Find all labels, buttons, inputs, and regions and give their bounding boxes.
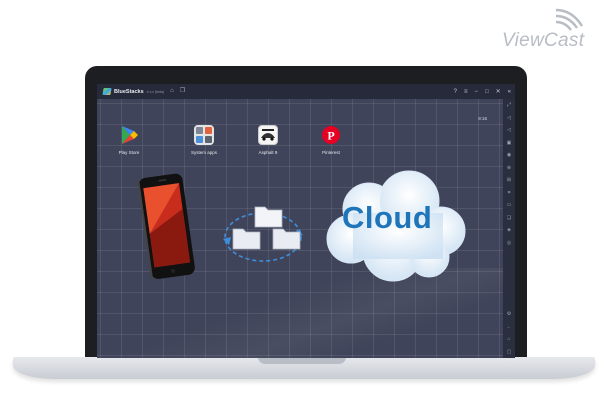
- volume-down-icon[interactable]: ◁: [507, 124, 511, 137]
- laptop-screen: BlueStacks 4.x.x (beta) ⌂ ❐ ? ≡ − □ ✕ « …: [97, 84, 515, 358]
- folder-icon: [254, 206, 283, 228]
- app-label: Asphalt 9: [258, 150, 278, 155]
- screen-icon[interactable]: ▣: [507, 137, 512, 150]
- screenshot-icon[interactable]: ⌗: [508, 187, 511, 200]
- system-apps-icon: [194, 125, 214, 145]
- viewcast-watermark: ViewCast: [502, 6, 594, 52]
- maximize-button[interactable]: □: [485, 89, 489, 95]
- app-version: 4.x.x (beta): [146, 89, 165, 94]
- close-button[interactable]: ✕: [496, 88, 501, 95]
- smartphone-illustration: [137, 173, 195, 280]
- watermark-text: ViewCast: [502, 30, 585, 51]
- folder-icon[interactable]: ▭: [507, 199, 512, 212]
- app-label: Pinterest: [322, 150, 340, 155]
- app-label: System apps: [190, 150, 217, 155]
- app-label: Play Store: [118, 150, 140, 155]
- app-play-store[interactable]: Play Store: [106, 125, 152, 155]
- bluestacks-side-toolbar: ⤢ ◁ ◁ ▣ ◉ ⊕ ⊞ ⌗ ▭ ❏ ◈ ◎ ⚙ ← ⌂ ▢: [503, 99, 515, 358]
- window-controls: ? ≡ − □ ✕ «: [447, 84, 511, 99]
- layers-icon[interactable]: ◈: [507, 224, 511, 237]
- volume-up-icon[interactable]: ◁: [507, 112, 511, 125]
- svg-text:P: P: [327, 129, 334, 143]
- multi-instance-icon[interactable]: ❐: [180, 84, 185, 99]
- help-icon[interactable]: ?: [454, 89, 457, 95]
- camera-icon[interactable]: ◉: [507, 149, 511, 162]
- folder-sync-illustration: [223, 206, 303, 262]
- minimize-button[interactable]: −: [474, 89, 478, 95]
- back-icon[interactable]: ←: [507, 321, 512, 334]
- bluestacks-logo-icon: [102, 88, 112, 95]
- gamepad-icon[interactable]: ⊞: [507, 174, 511, 187]
- app-system-apps[interactable]: System apps: [181, 125, 227, 155]
- app-asphalt-9[interactable]: Asphalt 9: [245, 125, 291, 155]
- apk-install-icon[interactable]: ⊕: [507, 162, 511, 175]
- app-name: BlueStacks: [114, 88, 144, 95]
- menu-icon[interactable]: ≡: [464, 89, 468, 95]
- asphalt-icon: [258, 125, 278, 145]
- home-icon[interactable]: ⌂: [507, 333, 510, 346]
- app-pinterest[interactable]: P Pinterest: [308, 125, 354, 155]
- settings-icon[interactable]: ⚙: [507, 308, 511, 321]
- collapse-sidebar-button[interactable]: «: [508, 89, 511, 95]
- laptop-notch: [258, 357, 346, 364]
- folder-icon: [272, 228, 301, 250]
- bluestacks-titlebar: BlueStacks 4.x.x (beta) ⌂ ❐ ? ≡ − □ ✕ «: [97, 84, 515, 99]
- expand-icon[interactable]: ⤢: [507, 99, 511, 112]
- folder-icon: [232, 228, 261, 250]
- pinterest-icon: P: [321, 125, 341, 145]
- play-store-icon: [119, 125, 139, 145]
- home-icon[interactable]: ⌂: [170, 84, 174, 99]
- recent-apps-icon[interactable]: ▢: [507, 346, 512, 359]
- copy-icon[interactable]: ❏: [507, 212, 511, 225]
- cloud-label: Cloud: [342, 200, 433, 235]
- location-icon[interactable]: ◎: [507, 237, 511, 250]
- status-clock: 9:16: [478, 116, 487, 121]
- android-home-screen: 9:16 Play Store System apps Asphalt 9 P …: [97, 99, 503, 358]
